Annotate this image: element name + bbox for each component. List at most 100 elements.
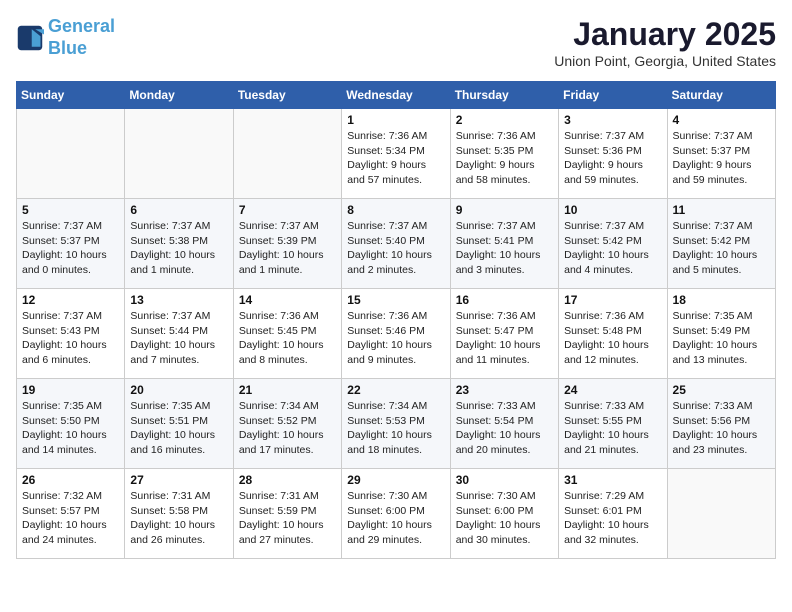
day-info: Sunrise: 7:33 AMSunset: 5:55 PMDaylight:… xyxy=(564,399,661,458)
day-info: Sunrise: 7:36 AMSunset: 5:47 PMDaylight:… xyxy=(456,309,553,368)
week-row-5: 26 Sunrise: 7:32 AMSunset: 5:57 PMDayligh… xyxy=(17,469,776,559)
day-info: Sunrise: 7:37 AMSunset: 5:39 PMDaylight:… xyxy=(239,219,336,278)
week-row-1: 1 Sunrise: 7:36 AMSunset: 5:34 PMDaylight… xyxy=(17,109,776,199)
day-number: 17 xyxy=(564,293,661,307)
day-number: 22 xyxy=(347,383,444,397)
day-info: Sunrise: 7:37 AMSunset: 5:42 PMDaylight:… xyxy=(564,219,661,278)
day-cell: 16 Sunrise: 7:36 AMSunset: 5:47 PMDayligh… xyxy=(450,289,558,379)
day-info: Sunrise: 7:30 AMSunset: 6:00 PMDaylight:… xyxy=(456,489,553,548)
day-info: Sunrise: 7:37 AMSunset: 5:37 PMDaylight:… xyxy=(673,129,770,188)
day-cell: 23 Sunrise: 7:33 AMSunset: 5:54 PMDayligh… xyxy=(450,379,558,469)
day-cell: 20Sunrise: 7:35 AMSunset: 5:51 PMDayligh… xyxy=(125,379,233,469)
title-block: January 2025 Union Point, Georgia, Unite… xyxy=(554,16,776,69)
day-cell: 5 Sunrise: 7:37 AMSunset: 5:37 PMDaylight… xyxy=(17,199,125,289)
day-cell: 28 Sunrise: 7:31 AMSunset: 5:59 PMDayligh… xyxy=(233,469,341,559)
day-number: 25 xyxy=(673,383,770,397)
day-cell: 25Sunrise: 7:33 AMSunset: 5:56 PMDayligh… xyxy=(667,379,775,469)
header-row: SundayMondayTuesdayWednesdayThursdayFrid… xyxy=(17,82,776,109)
logo-line1: General xyxy=(48,16,115,36)
day-info: Sunrise: 7:36 AMSunset: 5:35 PMDaylight:… xyxy=(456,129,553,188)
day-cell: 3Sunrise: 7:37 AMSunset: 5:36 PMDaylight… xyxy=(559,109,667,199)
header-thursday: Thursday xyxy=(450,82,558,109)
day-number: 15 xyxy=(347,293,444,307)
header-saturday: Saturday xyxy=(667,82,775,109)
week-row-2: 5 Sunrise: 7:37 AMSunset: 5:37 PMDaylight… xyxy=(17,199,776,289)
day-info: Sunrise: 7:34 AMSunset: 5:52 PMDaylight:… xyxy=(239,399,336,458)
day-info: Sunrise: 7:37 AMSunset: 5:36 PMDaylight:… xyxy=(564,129,661,188)
day-cell: 14 Sunrise: 7:36 AMSunset: 5:45 PMDayligh… xyxy=(233,289,341,379)
calendar-title: January 2025 xyxy=(554,16,776,53)
day-cell: 7 Sunrise: 7:37 AMSunset: 5:39 PMDaylight… xyxy=(233,199,341,289)
day-info: Sunrise: 7:30 AMSunset: 6:00 PMDaylight:… xyxy=(347,489,444,548)
day-number: 12 xyxy=(22,293,119,307)
day-cell: 17 Sunrise: 7:36 AMSunset: 5:48 PMDayligh… xyxy=(559,289,667,379)
day-number: 27 xyxy=(130,473,227,487)
day-number: 7 xyxy=(239,203,336,217)
day-cell: 26 Sunrise: 7:32 AMSunset: 5:57 PMDayligh… xyxy=(17,469,125,559)
day-cell: 31 Sunrise: 7:29 AMSunset: 6:01 PMDayligh… xyxy=(559,469,667,559)
day-cell: 10 Sunrise: 7:37 AMSunset: 5:42 PMDayligh… xyxy=(559,199,667,289)
day-info: Sunrise: 7:31 AMSunset: 5:58 PMDaylight:… xyxy=(130,489,227,548)
calendar-table: SundayMondayTuesdayWednesdayThursdayFrid… xyxy=(16,81,776,559)
header-wednesday: Wednesday xyxy=(342,82,450,109)
day-info: Sunrise: 7:37 AMSunset: 5:44 PMDaylight:… xyxy=(130,309,227,368)
day-info: Sunrise: 7:37 AMSunset: 5:38 PMDaylight:… xyxy=(130,219,227,278)
header-sunday: Sunday xyxy=(17,82,125,109)
day-info: Sunrise: 7:35 AMSunset: 5:49 PMDaylight:… xyxy=(673,309,770,368)
day-number: 21 xyxy=(239,383,336,397)
day-info: Sunrise: 7:36 AMSunset: 5:34 PMDaylight:… xyxy=(347,129,444,188)
day-cell: 4Sunrise: 7:37 AMSunset: 5:37 PMDaylight… xyxy=(667,109,775,199)
day-info: Sunrise: 7:36 AMSunset: 5:45 PMDaylight:… xyxy=(239,309,336,368)
day-number: 8 xyxy=(347,203,444,217)
day-number: 30 xyxy=(456,473,553,487)
logo-line2: Blue xyxy=(48,38,87,58)
day-cell: 27 Sunrise: 7:31 AMSunset: 5:58 PMDayligh… xyxy=(125,469,233,559)
day-number: 14 xyxy=(239,293,336,307)
day-number: 28 xyxy=(239,473,336,487)
day-cell: 1 Sunrise: 7:36 AMSunset: 5:34 PMDaylight… xyxy=(342,109,450,199)
day-number: 9 xyxy=(456,203,553,217)
day-cell: 18Sunrise: 7:35 AMSunset: 5:49 PMDayligh… xyxy=(667,289,775,379)
day-cell: 6 Sunrise: 7:37 AMSunset: 5:38 PMDaylight… xyxy=(125,199,233,289)
day-cell: 8 Sunrise: 7:37 AMSunset: 5:40 PMDaylight… xyxy=(342,199,450,289)
day-cell: 19Sunrise: 7:35 AMSunset: 5:50 PMDayligh… xyxy=(17,379,125,469)
day-number: 23 xyxy=(456,383,553,397)
logo-text: General Blue xyxy=(48,16,115,59)
day-cell: 11 Sunrise: 7:37 AMSunset: 5:42 PMDayligh… xyxy=(667,199,775,289)
day-number: 5 xyxy=(22,203,119,217)
header-tuesday: Tuesday xyxy=(233,82,341,109)
day-info: Sunrise: 7:37 AMSunset: 5:43 PMDaylight:… xyxy=(22,309,119,368)
day-info: Sunrise: 7:32 AMSunset: 5:57 PMDaylight:… xyxy=(22,489,119,548)
week-row-4: 19Sunrise: 7:35 AMSunset: 5:50 PMDayligh… xyxy=(17,379,776,469)
day-info: Sunrise: 7:37 AMSunset: 5:40 PMDaylight:… xyxy=(347,219,444,278)
day-info: Sunrise: 7:37 AMSunset: 5:37 PMDaylight:… xyxy=(22,219,119,278)
day-number: 2 xyxy=(456,113,553,127)
day-cell xyxy=(667,469,775,559)
day-number: 11 xyxy=(673,203,770,217)
header-monday: Monday xyxy=(125,82,233,109)
day-cell: 21 Sunrise: 7:34 AMSunset: 5:52 PMDayligh… xyxy=(233,379,341,469)
logo-icon xyxy=(16,24,44,52)
day-number: 24 xyxy=(564,383,661,397)
day-cell: 12 Sunrise: 7:37 AMSunset: 5:43 PMDayligh… xyxy=(17,289,125,379)
day-cell: 2 Sunrise: 7:36 AMSunset: 5:35 PMDaylight… xyxy=(450,109,558,199)
day-info: Sunrise: 7:35 AMSunset: 5:51 PMDaylight:… xyxy=(130,399,227,458)
day-info: Sunrise: 7:29 AMSunset: 6:01 PMDaylight:… xyxy=(564,489,661,548)
day-cell xyxy=(125,109,233,199)
day-number: 16 xyxy=(456,293,553,307)
day-info: Sunrise: 7:33 AMSunset: 5:54 PMDaylight:… xyxy=(456,399,553,458)
day-number: 6 xyxy=(130,203,227,217)
day-info: Sunrise: 7:31 AMSunset: 5:59 PMDaylight:… xyxy=(239,489,336,548)
day-info: Sunrise: 7:37 AMSunset: 5:42 PMDaylight:… xyxy=(673,219,770,278)
day-info: Sunrise: 7:36 AMSunset: 5:48 PMDaylight:… xyxy=(564,309,661,368)
day-number: 10 xyxy=(564,203,661,217)
day-number: 26 xyxy=(22,473,119,487)
day-number: 31 xyxy=(564,473,661,487)
day-number: 1 xyxy=(347,113,444,127)
day-cell: 13Sunrise: 7:37 AMSunset: 5:44 PMDayligh… xyxy=(125,289,233,379)
day-cell: 22 Sunrise: 7:34 AMSunset: 5:53 PMDayligh… xyxy=(342,379,450,469)
header-friday: Friday xyxy=(559,82,667,109)
day-info: Sunrise: 7:36 AMSunset: 5:46 PMDaylight:… xyxy=(347,309,444,368)
day-info: Sunrise: 7:34 AMSunset: 5:53 PMDaylight:… xyxy=(347,399,444,458)
day-cell: 24 Sunrise: 7:33 AMSunset: 5:55 PMDayligh… xyxy=(559,379,667,469)
